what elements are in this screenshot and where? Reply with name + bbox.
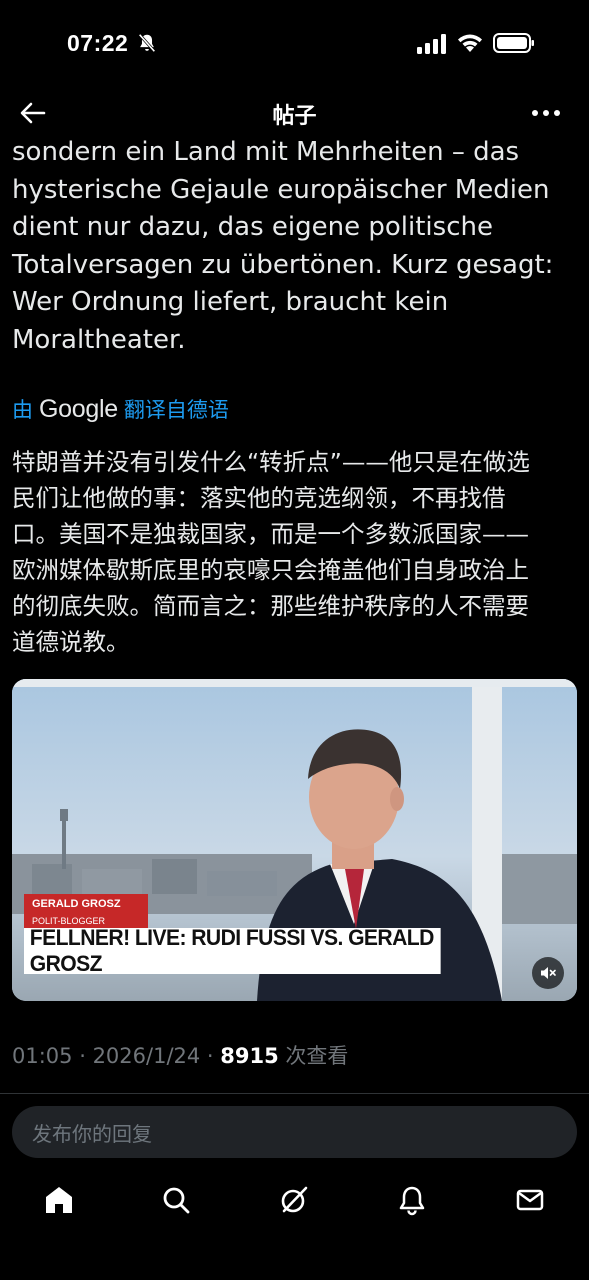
meta-separator: · (72, 1044, 93, 1068)
post-text-line: Wer Ordnung liefert, braucht kein (12, 287, 449, 317)
name-tag-name: GERALD GROSZ (32, 898, 121, 910)
view-count: 8915 (220, 1044, 279, 1068)
translated-line: 民们让他做的事：落实他的竞选纲领，不再找借 (12, 484, 506, 512)
translated-line: 的彻底失败。简而言之：那些维护秩序的人不需要 (12, 592, 529, 620)
bottom-nav (0, 1170, 589, 1230)
reply-input[interactable]: 发布你的回复 (12, 1106, 577, 1158)
post-meta: 01:05 · 2026/1/24 · 8915 次查看 (12, 1040, 348, 1070)
top-bar: 帖子 (0, 92, 589, 134)
translated-line: 道德说教。 (12, 628, 130, 656)
google-logo-text: Google (39, 394, 118, 423)
page-title: 帖子 (272, 104, 317, 129)
post-text-line: sondern ein Land mit Mehrheiten – das (12, 137, 520, 167)
translate-prefix: 由 (12, 398, 33, 422)
translated-line: 口。美国不是独裁国家，而是一个多数派国家—— (12, 520, 529, 548)
translated-text: 特朗普并没有引发什么“转折点”——他只是在做选 民们让他做的事：落实他的竞选纲领… (12, 444, 580, 660)
status-time: 07:22 (67, 30, 129, 56)
translation-attribution[interactable]: 由 Google 翻译自德语 (12, 393, 229, 425)
grok-icon[interactable] (278, 1184, 310, 1216)
post-text-line: Moraltheater. (12, 324, 186, 355)
view-count-label: 次查看 (278, 1044, 349, 1068)
reply-placeholder: 发布你的回复 (32, 1121, 152, 1146)
translated-line: 特朗普并没有引发什么“转折点”——他只是在做选 (12, 448, 530, 476)
search-icon[interactable] (160, 1184, 192, 1216)
translated-line: 欧洲媒体歇斯底里的哀嚎只会掩盖他们自身政治上 (12, 556, 529, 584)
bell-slash-icon (138, 33, 156, 53)
video-caption: FELLNER! LIVE: RUDI FUSSI VS. GERALD GRO… (24, 925, 441, 976)
mute-button[interactable] (532, 957, 564, 989)
status-bar: 07:22 (0, 0, 589, 90)
meta-separator: · (200, 1044, 221, 1068)
messages-icon[interactable] (514, 1184, 546, 1216)
post-time: 01:05 (12, 1044, 73, 1068)
post-text: sondern ein Land mit Mehrheiten – das hy… (12, 134, 580, 359)
post-date: 2026/1/24 (92, 1044, 201, 1068)
notifications-icon[interactable] (396, 1184, 428, 1216)
muted-speaker-icon (541, 967, 556, 979)
signal-icon (417, 34, 446, 54)
post-text-line: dient nur dazu, das eigene politische (12, 212, 493, 242)
video-player[interactable]: GERALD GROSZ POLIT-BLOGGER FELLNER! LIVE… (12, 679, 577, 1001)
post-text-line: hysterische Gejaule europäischer Medien (12, 174, 550, 205)
battery-icon (493, 33, 534, 53)
divider (0, 1093, 589, 1094)
wifi-icon (458, 34, 482, 52)
more-icon[interactable] (530, 100, 562, 126)
home-icon[interactable] (43, 1184, 75, 1216)
post-text-line: Totalversagen zu übertönen. Kurz gesagt: (12, 249, 554, 280)
translate-suffix: 翻译自德语 (123, 398, 229, 422)
